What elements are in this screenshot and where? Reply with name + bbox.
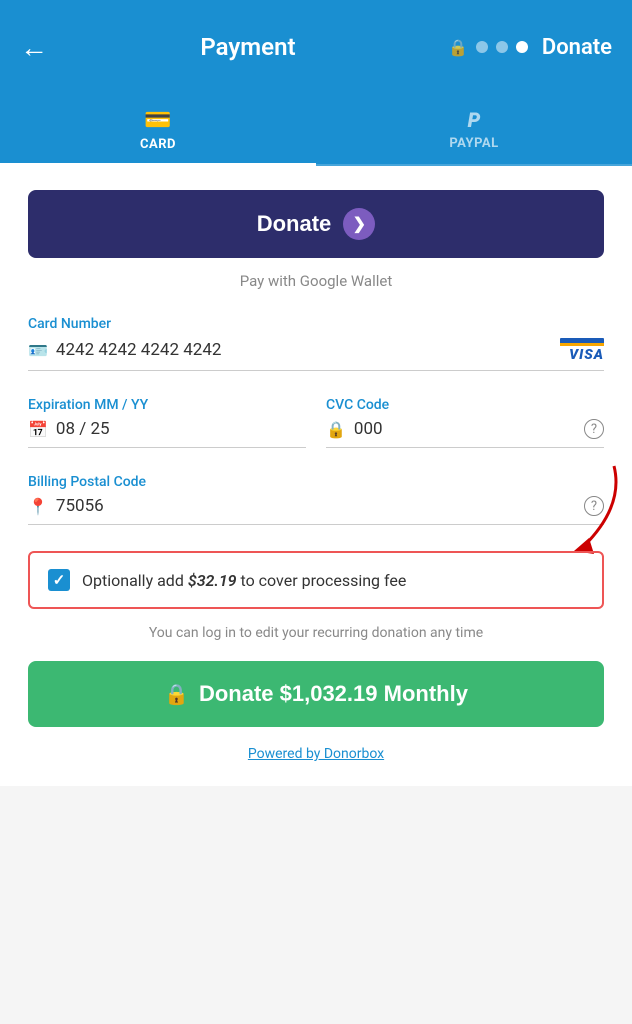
donate-stripe-label: Donate (257, 211, 332, 237)
postal-group: Billing Postal Code 📍 75056 ? (28, 474, 604, 525)
step-dot-2 (496, 41, 508, 53)
status-icons: 🔒 (448, 38, 528, 57)
visa-badge: VISA (560, 338, 604, 362)
lock-icon: 🔒 (448, 38, 468, 57)
donate-monthly-button[interactable]: 🔒 Donate $1,032.19 Monthly (28, 661, 604, 727)
powered-by: Powered by Donorbox (28, 743, 604, 762)
step-dot-1 (476, 41, 488, 53)
cvc-group: CVC Code 🔒 000 ? (326, 397, 604, 448)
expiry-value: 08 / 25 (56, 419, 306, 439)
donorbox-link[interactable]: Powered by Donorbox (248, 746, 384, 762)
lock-field-icon: 🔒 (326, 420, 346, 439)
card-tab-label: CARD (140, 137, 176, 152)
expiry-field[interactable]: 📅 08 / 25 (28, 419, 306, 448)
tab-paypal[interactable]: P PAYPAL (316, 94, 632, 164)
card-number-label: Card Number (28, 316, 604, 332)
google-wallet-label: Pay with Google Wallet (28, 272, 604, 290)
postal-help-icon[interactable]: ? (584, 496, 604, 516)
back-button[interactable]: ← (20, 31, 48, 64)
postal-label: Billing Postal Code (28, 474, 604, 490)
paypal-tab-label: PAYPAL (449, 136, 498, 151)
paypal-tab-icon: P (468, 108, 481, 132)
expiry-label: Expiration MM / YY (28, 397, 306, 413)
step-dot-3 (516, 41, 528, 53)
card-number-field[interactable]: 🪪 4242 4242 4242 4242 VISA (28, 338, 604, 371)
processing-fee-text: Optionally add $32.19 to cover processin… (82, 571, 406, 590)
payment-content: Donate Pay with Google Wallet Card Numbe… (0, 166, 632, 786)
card-field-icon: 🪪 (28, 341, 48, 360)
location-icon: 📍 (28, 497, 48, 516)
cvc-field[interactable]: 🔒 000 ? (326, 419, 604, 448)
card-number-group: Card Number 🪪 4242 4242 4242 4242 VISA (28, 316, 604, 371)
cvc-value: 000 (354, 419, 576, 439)
payment-tabs: 💳 CARD P PAYPAL (0, 94, 632, 166)
processing-fee-container: Optionally add $32.19 to cover processin… (28, 551, 604, 609)
postal-value: 75056 (56, 496, 576, 516)
tab-card[interactable]: 💳 CARD (0, 94, 316, 164)
expiry-group: Expiration MM / YY 📅 08 / 25 (28, 397, 306, 448)
processing-fee-amount: $32.19 (188, 571, 237, 590)
recurring-note: You can log in to edit your recurring do… (28, 625, 604, 641)
header-right: 🔒 Donate (448, 35, 612, 60)
card-number-value: 4242 4242 4242 4242 (56, 340, 552, 360)
donate-stripe-button[interactable]: Donate (28, 190, 604, 258)
processing-fee-box: Optionally add $32.19 to cover processin… (28, 551, 604, 609)
cvc-help-icon[interactable]: ? (584, 419, 604, 439)
donate-chevron-icon (343, 208, 375, 240)
cvc-label: CVC Code (326, 397, 604, 413)
card-tab-icon: 💳 (144, 108, 171, 133)
processing-fee-checkbox[interactable] (48, 569, 70, 591)
donate-monthly-label: Donate $1,032.19 Monthly (199, 681, 468, 707)
page-title: Payment (200, 33, 295, 61)
header: ← Payment 🔒 Donate (0, 0, 632, 94)
calendar-icon: 📅 (28, 420, 48, 439)
header-donate-button[interactable]: Donate (542, 35, 612, 60)
postal-field[interactable]: 📍 75056 ? (28, 496, 604, 525)
expiry-cvc-row: Expiration MM / YY 📅 08 / 25 CVC Code 🔒 … (28, 397, 604, 474)
donate-monthly-lock-icon: 🔒 (164, 682, 189, 707)
